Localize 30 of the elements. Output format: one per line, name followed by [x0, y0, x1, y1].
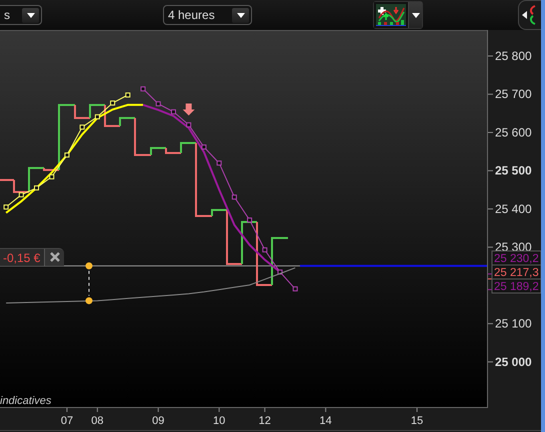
y-tick: 25 000 — [488, 354, 532, 369]
y-tick: 25 400 — [488, 202, 532, 216]
level-label: -0,15 € — [0, 248, 44, 266]
y-tick-label: 25 800 — [495, 49, 532, 63]
footnote: indicatives — [0, 395, 52, 407]
y-tick: 25 100 — [488, 316, 532, 331]
y-tick: 25 600 — [488, 125, 532, 140]
x-tick-label: 09 — [152, 415, 164, 427]
y-tick: 25 500 — [488, 164, 532, 178]
y-tick: 25 800 — [488, 49, 532, 63]
x-tick-label: 12 — [258, 415, 271, 427]
y-tick-label: 25 500 — [495, 164, 532, 178]
x-tick-label: 08 — [91, 415, 104, 427]
x-tick-label: 10 — [213, 415, 226, 427]
y-tick-label: 25 000 — [495, 354, 532, 369]
x-tick-label: 15 — [410, 415, 424, 427]
x-tick: 08 — [91, 408, 104, 427]
y-tick-label: 25 400 — [495, 202, 532, 216]
x-tick: 14 — [320, 408, 332, 427]
x-tick-label: 07 — [60, 415, 74, 427]
y-tick-label: 25 100 — [495, 316, 532, 331]
x-tick: 12 — [258, 408, 271, 427]
x-tick: 07 — [60, 408, 74, 427]
y-tick: 25 700 — [488, 87, 532, 102]
x-tick: 09 — [152, 408, 164, 427]
y-tick-label: 25 700 — [495, 87, 532, 102]
x-tick: 15 — [410, 408, 424, 427]
x-tick-label: 14 — [320, 415, 332, 427]
y-tick-label: 25 600 — [495, 125, 532, 140]
x-tick: 10 — [213, 408, 226, 427]
